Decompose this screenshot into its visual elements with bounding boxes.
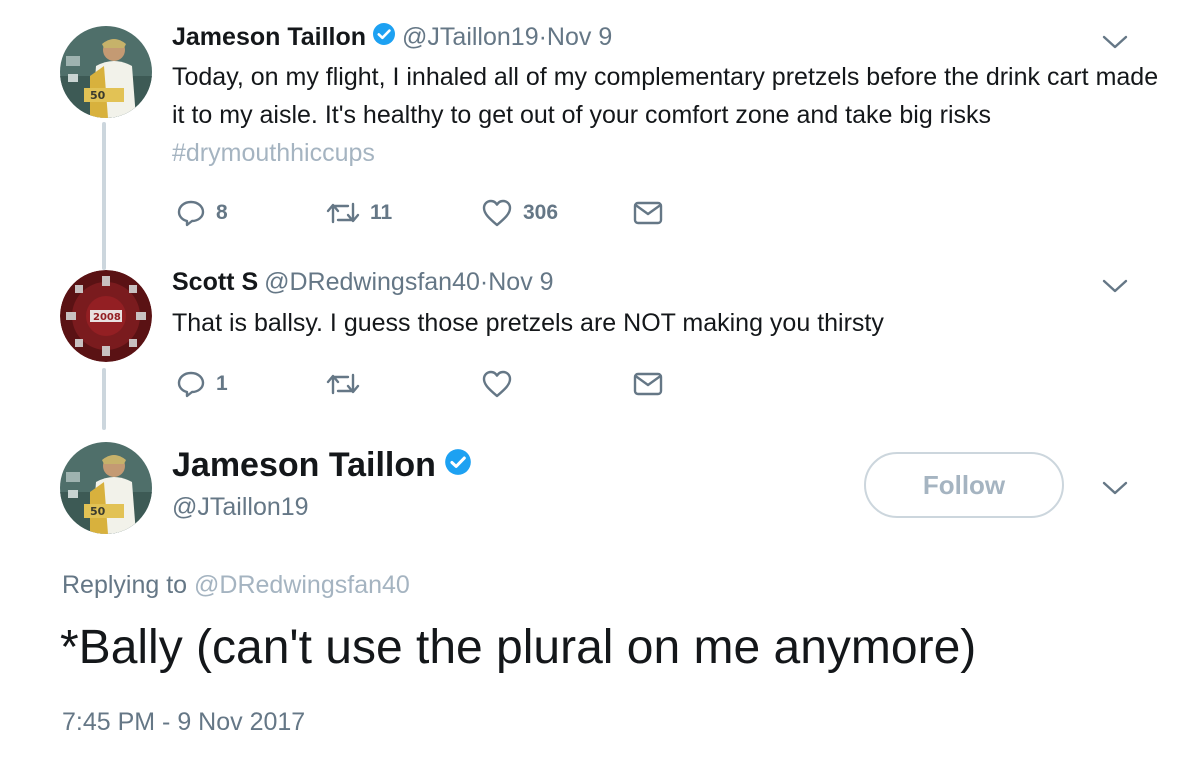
tweet-actions: 1 — [176, 369, 663, 399]
tweet-time[interactable]: ·Nov 9 — [539, 23, 613, 52]
reply-icon — [177, 371, 205, 398]
author-handle[interactable]: @JTaillon19 — [172, 493, 309, 522]
svg-text:2008: 2008 — [93, 312, 121, 323]
direct-message-icon — [633, 372, 663, 396]
like-icon — [482, 199, 512, 227]
main-author: Jameson Taillon — [172, 446, 472, 485]
author-handle[interactable]: @DRedwingsfan40 — [264, 268, 480, 297]
like-count: 306 — [523, 201, 559, 224]
retweet-button[interactable]: 11 — [326, 198, 481, 228]
tweet-text: Today, on my flight, I inhaled all of my… — [172, 58, 1162, 172]
retweet-icon — [326, 202, 360, 224]
tweet-time[interactable]: ·Nov 9 — [480, 268, 554, 297]
replying-to: Replying to @DRedwingsfan40 — [62, 571, 410, 600]
tweet-header: Scott S @DRedwingsfan40 ·Nov 9 — [172, 268, 554, 297]
retweet-icon — [326, 373, 360, 395]
tweet-actions: 8 11 306 — [176, 198, 663, 228]
replying-to-label: Replying to — [62, 571, 195, 599]
like-icon — [482, 370, 512, 398]
tweet-header: Jameson Taillon @JTaillon19 ·Nov 9 — [172, 22, 612, 53]
avatar[interactable]: 2008 — [60, 270, 152, 362]
direct-message-button[interactable] — [633, 371, 663, 397]
hashtag-link[interactable]: #drymouthhiccups — [172, 139, 375, 167]
svg-text:50: 50 — [90, 505, 106, 518]
verified-badge-icon — [444, 446, 472, 485]
follow-button[interactable]: Follow — [864, 452, 1064, 518]
direct-message-icon — [633, 201, 663, 225]
thread-line — [102, 368, 106, 430]
like-button[interactable]: 306 — [481, 198, 633, 228]
verified-badge-icon — [372, 22, 396, 53]
tweet-timestamp[interactable]: 7:45 PM - 9 Nov 2017 — [62, 708, 305, 737]
reply-icon — [177, 200, 205, 227]
thread-line — [102, 122, 106, 270]
direct-message-button[interactable] — [633, 200, 663, 226]
chevron-down-icon[interactable] — [1100, 32, 1130, 52]
author-handle[interactable]: @JTaillon19 — [402, 23, 539, 52]
reply-button[interactable]: 1 — [176, 369, 326, 399]
author-name[interactable]: Jameson Taillon — [172, 446, 436, 485]
tweet-text: That is ballsy. I guess those pretzels a… — [172, 309, 884, 337]
retweet-count: 11 — [370, 201, 393, 224]
tweet-text-body: Today, on my flight, I inhaled all of my… — [172, 63, 1159, 129]
reply-count: 8 — [216, 201, 228, 224]
chevron-down-icon[interactable] — [1100, 478, 1130, 498]
like-button[interactable] — [481, 369, 633, 399]
retweet-button[interactable] — [326, 369, 481, 399]
author-name[interactable]: Scott S — [172, 268, 258, 297]
svg-text:50: 50 — [90, 89, 106, 102]
chevron-down-icon[interactable] — [1100, 276, 1130, 296]
replying-to-mention[interactable]: @DRedwingsfan40 — [194, 571, 410, 599]
avatar[interactable]: 50 — [60, 26, 152, 118]
author-name[interactable]: Jameson Taillon — [172, 23, 366, 52]
avatar[interactable]: 50 — [60, 442, 152, 534]
main-tweet-text: *Bally (can't use the plural on me anymo… — [60, 621, 977, 674]
reply-button[interactable]: 8 — [176, 198, 326, 228]
reply-count: 1 — [216, 372, 228, 395]
